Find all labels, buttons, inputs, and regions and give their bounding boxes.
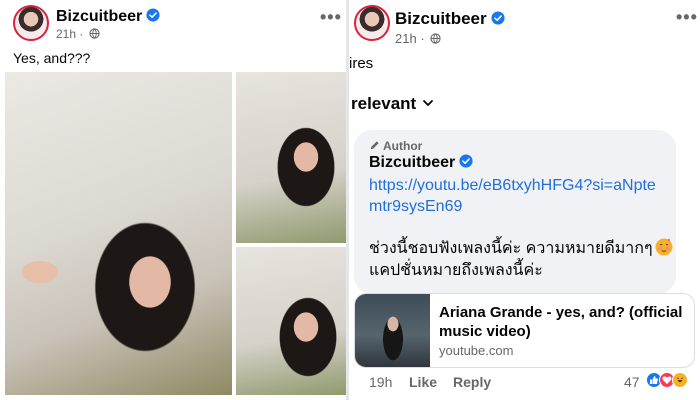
post-header: Bizcuitbeer 21h · ••• — [349, 0, 700, 60]
author-name[interactable]: Bizcuitbeer — [56, 8, 142, 25]
comment-text: ช่วงนี้ชอบฟังเพลงนี้ค่ะ ความหมายดีมากๆ แ… — [369, 238, 674, 282]
post-meta: 21h · — [395, 31, 441, 46]
globe-icon — [89, 28, 100, 39]
clipped-text: ires — [349, 55, 374, 72]
author-name-row: Bizcuitbeer — [56, 8, 160, 26]
verified-icon — [459, 154, 473, 168]
globe-icon — [430, 33, 441, 44]
verified-icon — [491, 11, 505, 25]
preview-domain: youtube.com — [439, 343, 514, 358]
meta-separator: · — [420, 31, 425, 46]
comment-author-name[interactable]: Bizcuitbeer — [369, 154, 455, 171]
post-time[interactable]: 21h — [395, 31, 417, 46]
reply-button[interactable]: Reply — [453, 374, 491, 390]
photo-top[interactable] — [236, 72, 346, 243]
author-name-row: Bizcuitbeer — [395, 9, 505, 29]
post-meta: 21h · — [56, 27, 100, 41]
left-post-panel: Bizcuitbeer 21h · ••• Yes, and??? — [0, 0, 346, 400]
comment-author-row: Bizcuitbeer — [369, 154, 473, 172]
avatar[interactable] — [13, 5, 49, 41]
comment-sort-dropdown[interactable]: relevant — [351, 94, 434, 114]
video-thumbnail[interactable] — [355, 294, 430, 367]
haha-reaction-icon — [672, 372, 688, 388]
right-comment-panel: Bizcuitbeer 21h · ••• ires relevant Auth… — [349, 0, 700, 400]
comment-actions: 19h Like Reply 47 — [349, 372, 700, 392]
comment-youtube-link[interactable]: https://youtu.be/eB6txyhHFG4?si=aNptemtr… — [369, 175, 669, 217]
reaction-count[interactable]: 47 — [624, 374, 640, 390]
comment-bubble: Author Bizcuitbeer https://youtu.be/eB6t… — [354, 130, 676, 294]
comment-time[interactable]: 19h — [369, 374, 392, 390]
comment-text-line2: แคปชั่นหมายถึงเพลงนี้ค่ะ — [369, 262, 543, 279]
reaction-icons[interactable] — [646, 372, 688, 390]
post-caption: Yes, and??? — [13, 50, 91, 66]
comment-text-line1: ช่วงนี้ชอบฟังเพลงนี้ค่ะ ความหมายดีมากๆ — [369, 240, 653, 257]
author-badge: Author — [369, 139, 422, 153]
photo-main[interactable] — [5, 72, 232, 395]
youtube-link-preview[interactable]: Ariana Grande - yes, and? (official musi… — [354, 293, 695, 368]
author-badge-label: Author — [383, 139, 423, 153]
avatar[interactable] — [354, 5, 390, 41]
photo-bottom[interactable] — [236, 247, 346, 395]
blush-emoji-icon — [655, 238, 673, 256]
post-time[interactable]: 21h — [56, 27, 76, 41]
sort-label: relevant — [351, 94, 417, 113]
verified-icon — [146, 8, 160, 22]
author-name[interactable]: Bizcuitbeer — [395, 9, 487, 28]
chevron-down-icon — [423, 100, 434, 106]
meta-separator: · — [79, 27, 84, 41]
preview-title[interactable]: Ariana Grande - yes, and? (official musi… — [439, 303, 689, 341]
more-options-icon[interactable]: ••• — [320, 8, 342, 26]
like-button[interactable]: Like — [409, 374, 437, 390]
pen-icon — [370, 141, 379, 150]
more-options-icon[interactable]: ••• — [676, 8, 698, 26]
